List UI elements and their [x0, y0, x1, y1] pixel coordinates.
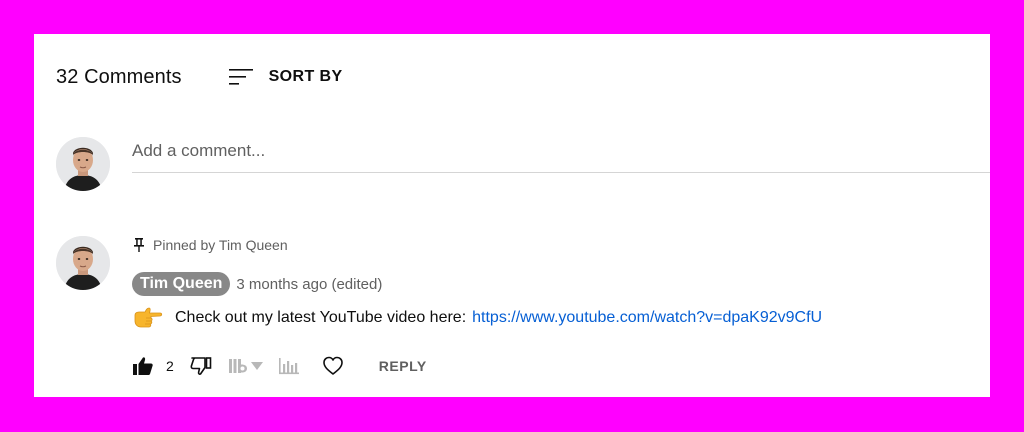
- chevron-down-icon: [250, 355, 264, 377]
- pin-icon: [133, 238, 145, 252]
- thumbs-up-icon[interactable]: [132, 355, 154, 377]
- comment-video-link[interactable]: https://www.youtube.com/watch?v=dpaK92v9…: [472, 309, 822, 327]
- current-user-avatar: [56, 137, 110, 191]
- reply-button[interactable]: REPLY: [379, 358, 427, 374]
- comment-body: Check out my latest YouTube video here: …: [133, 306, 822, 330]
- pinned-indicator: Pinned by Tim Queen: [133, 237, 288, 253]
- sort-icon: [228, 65, 253, 89]
- comment-author-badge[interactable]: Tim Queen: [132, 272, 231, 296]
- extension-menu[interactable]: [228, 355, 264, 377]
- comment-timestamp[interactable]: 3 months ago (edited): [236, 276, 382, 293]
- comment-text: Check out my latest YouTube video here:: [175, 309, 467, 326]
- sort-by-button[interactable]: SORT BY: [228, 65, 343, 89]
- like-count: 2: [166, 358, 174, 374]
- comment-count: 32 Comments: [56, 65, 182, 88]
- extension-logo-icon: [228, 355, 250, 377]
- comments-panel: 32 Comments SORT BY Add a comment... Pin…: [34, 34, 990, 397]
- pinned-by-text: Pinned by Tim Queen: [153, 237, 288, 253]
- thumbs-down-icon[interactable]: [190, 355, 212, 377]
- add-comment-input[interactable]: Add a comment...: [132, 138, 990, 173]
- comment-author-avatar[interactable]: [56, 236, 110, 290]
- comment-actions: 2 REPLY: [132, 354, 427, 378]
- pointing-right-emoji-icon: [133, 306, 163, 330]
- bar-chart-icon[interactable]: [278, 355, 300, 377]
- heart-icon[interactable]: [322, 355, 344, 377]
- sort-by-label: SORT BY: [268, 68, 343, 85]
- comments-header: 32 Comments SORT BY: [56, 63, 343, 91]
- comment-meta: Tim Queen 3 months ago (edited): [132, 272, 382, 296]
